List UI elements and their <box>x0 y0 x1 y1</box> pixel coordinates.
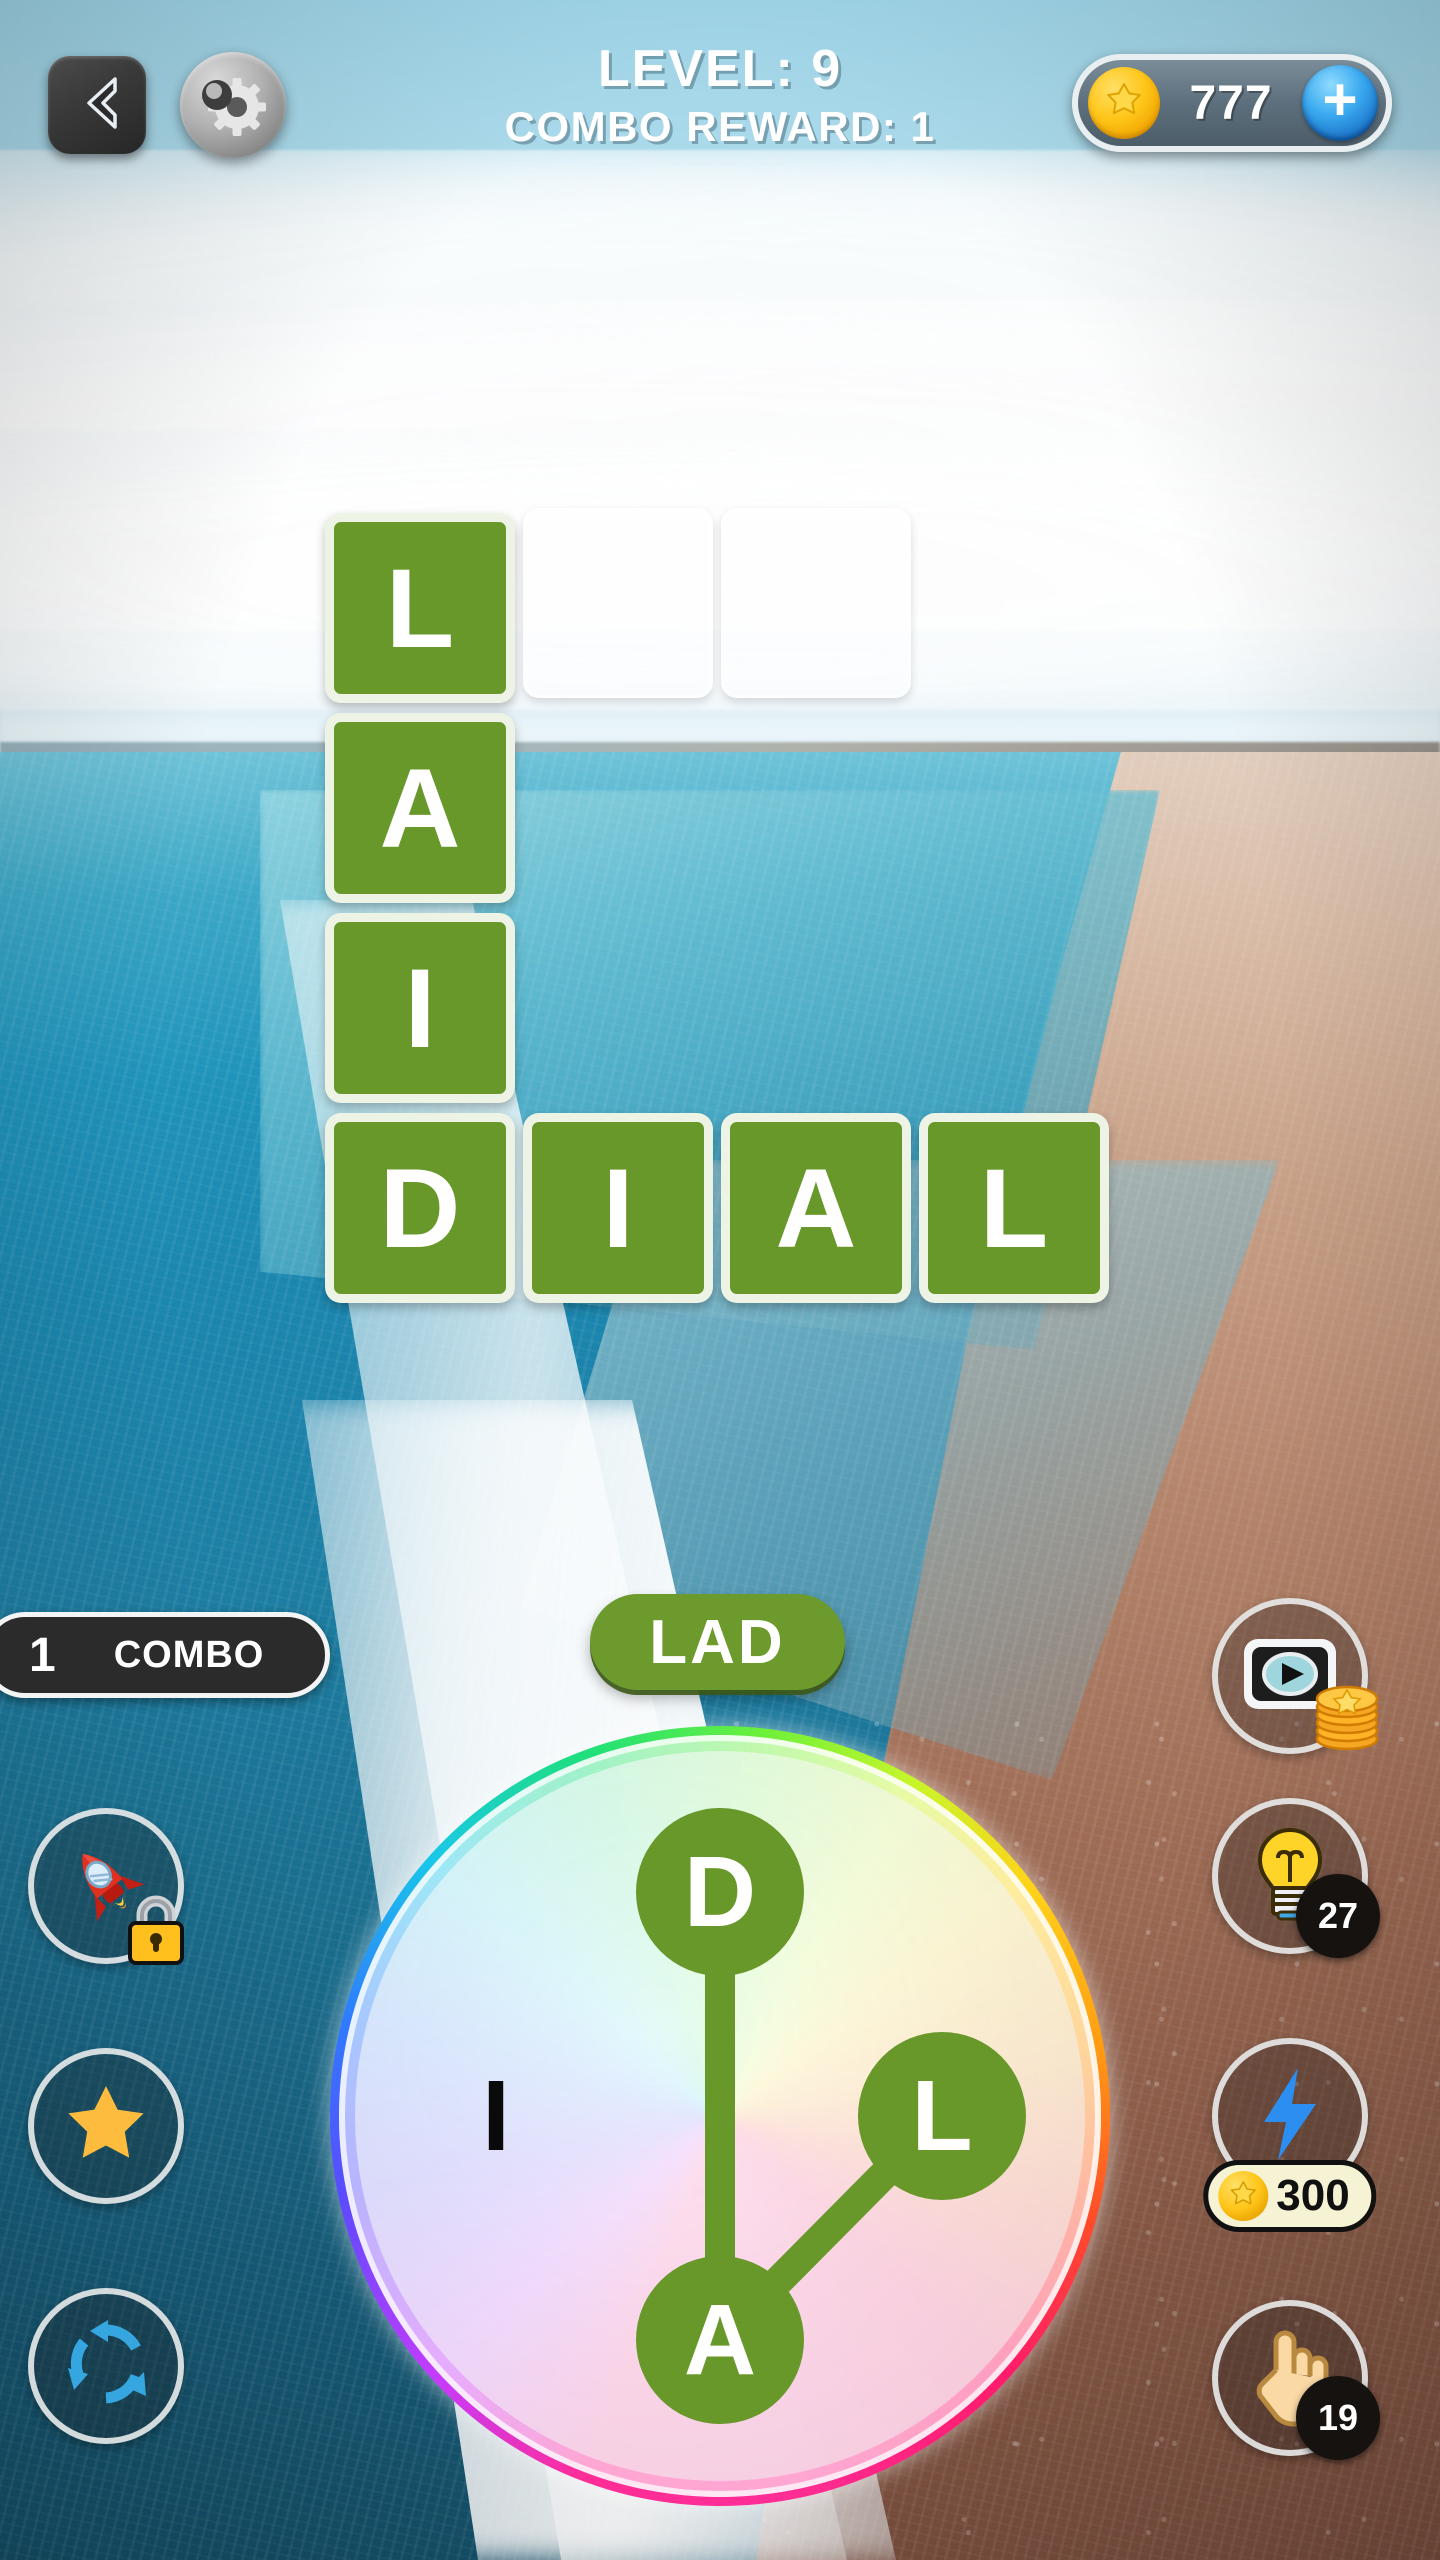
wheel-letter-i[interactable]: I <box>412 2032 580 2200</box>
wheel-letter-l[interactable]: L <box>858 2032 1026 2200</box>
star-rewards-button[interactable] <box>28 2048 184 2204</box>
bolt-cost-value: 300 <box>1276 2171 1350 2220</box>
grid-tile-empty <box>523 508 713 698</box>
grid-tile-letter: I <box>325 913 515 1103</box>
star-icon <box>60 2078 152 2175</box>
grid-tile-letter: A <box>721 1113 911 1303</box>
bolt-cost-pill: 300 <box>1203 2160 1377 2232</box>
header-bar: LEVEL: 9 COMBO REWARD: 1 777 + <box>0 0 1440 200</box>
wheel-letter-a[interactable]: A <box>636 2256 804 2424</box>
gear-icon <box>195 65 271 146</box>
grid-tile-letter: L <box>919 1113 1109 1303</box>
wheel-letter-d[interactable]: D <box>636 1808 804 1976</box>
game-screen: LEVEL: 9 COMBO REWARD: 1 777 + LAIDIAL 1… <box>0 0 1440 2560</box>
hint-count-badge: 27 <box>1296 1874 1380 1958</box>
back-chevron-icon <box>69 73 125 138</box>
grid-tile-letter: L <box>325 513 515 703</box>
watch-ad-coins-button[interactable] <box>1212 1598 1379 1754</box>
crossword-grid: LAIDIAL <box>0 0 1440 1400</box>
rocket-booster-button[interactable] <box>28 1808 184 1965</box>
coin-count-value: 777 <box>1189 76 1273 130</box>
coin-balance-bar[interactable]: 777 + <box>1072 54 1392 152</box>
shuffle-button[interactable] <box>28 2288 184 2444</box>
back-button[interactable] <box>48 56 146 154</box>
coin-stack-icon <box>1306 1677 1388 1764</box>
grid-tile-letter: D <box>325 1113 515 1303</box>
gold-coin-icon <box>1218 2171 1269 2221</box>
combo-badge: 1 COMBO <box>0 1612 330 1698</box>
shuffle-icon <box>58 2316 154 2417</box>
lightning-bolt-icon <box>1254 2064 1326 2169</box>
hand-tap-button[interactable]: 19 <box>1212 2300 1380 2460</box>
add-coins-button[interactable]: + <box>1302 65 1378 141</box>
letter-wheel[interactable]: DLAI <box>330 1726 1110 2506</box>
combo-label: COMBO <box>113 1633 265 1676</box>
current-word-preview: LAD <box>590 1594 845 1690</box>
grid-tile-letter: A <box>325 713 515 903</box>
hint-bulb-button[interactable]: 27 <box>1212 1798 1380 1958</box>
power-bolt-button[interactable]: 300 <box>1203 2038 1377 2232</box>
grid-tile-letter: I <box>523 1113 713 1303</box>
gold-coin-icon <box>1088 67 1160 139</box>
combo-count: 1 <box>29 1628 56 1682</box>
grid-tile-empty <box>721 508 911 698</box>
settings-button[interactable] <box>180 52 286 158</box>
padlock-icon <box>120 1891 192 1974</box>
hand-count-badge: 19 <box>1296 2376 1380 2460</box>
